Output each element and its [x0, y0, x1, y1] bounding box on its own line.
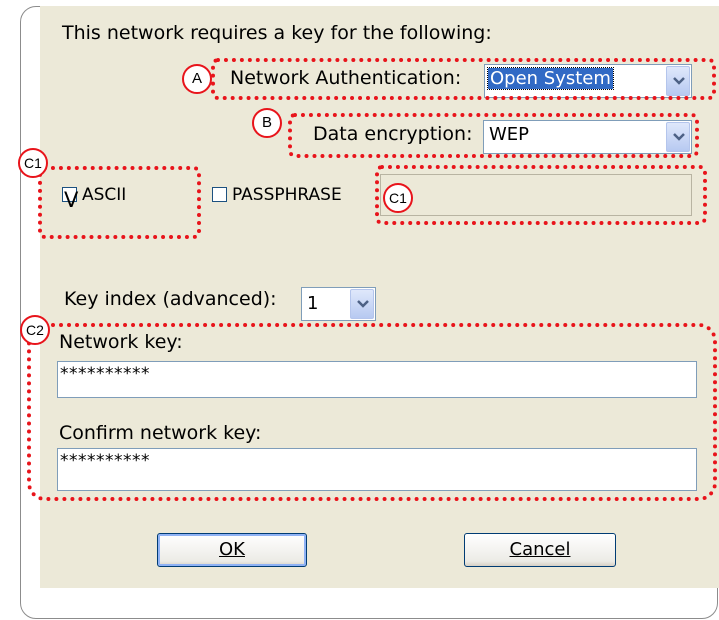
annotation-box-b [288, 113, 699, 158]
key-index-label: Key index (advanced): [64, 288, 277, 310]
passphrase-checkbox[interactable] [212, 187, 227, 202]
annotation-marker-b: B [252, 108, 282, 138]
cancel-button-label: Cancel [509, 539, 571, 560]
ok-button-label: OK [219, 539, 245, 560]
ok-button[interactable]: OK [157, 533, 307, 567]
annotation-marker-c2: C2 [20, 315, 50, 345]
annotation-box-c1-left [38, 166, 201, 239]
annotation-marker-c1-right: C1 [383, 183, 413, 213]
annotation-box-c1-right [375, 165, 707, 225]
annotation-box-a [211, 58, 716, 100]
key-index-value: 1 [307, 293, 319, 314]
header-text: This network requires a key for the foll… [62, 22, 492, 44]
cancel-button[interactable]: Cancel [464, 533, 616, 567]
annotation-marker-c1-left: C1 [18, 148, 48, 178]
passphrase-label: PASSPHRASE [232, 185, 342, 205]
chevron-down-icon[interactable] [350, 289, 374, 319]
key-index-select[interactable]: 1 [301, 287, 376, 321]
annotation-marker-a: A [182, 64, 212, 94]
annotation-box-c2 [27, 323, 717, 501]
